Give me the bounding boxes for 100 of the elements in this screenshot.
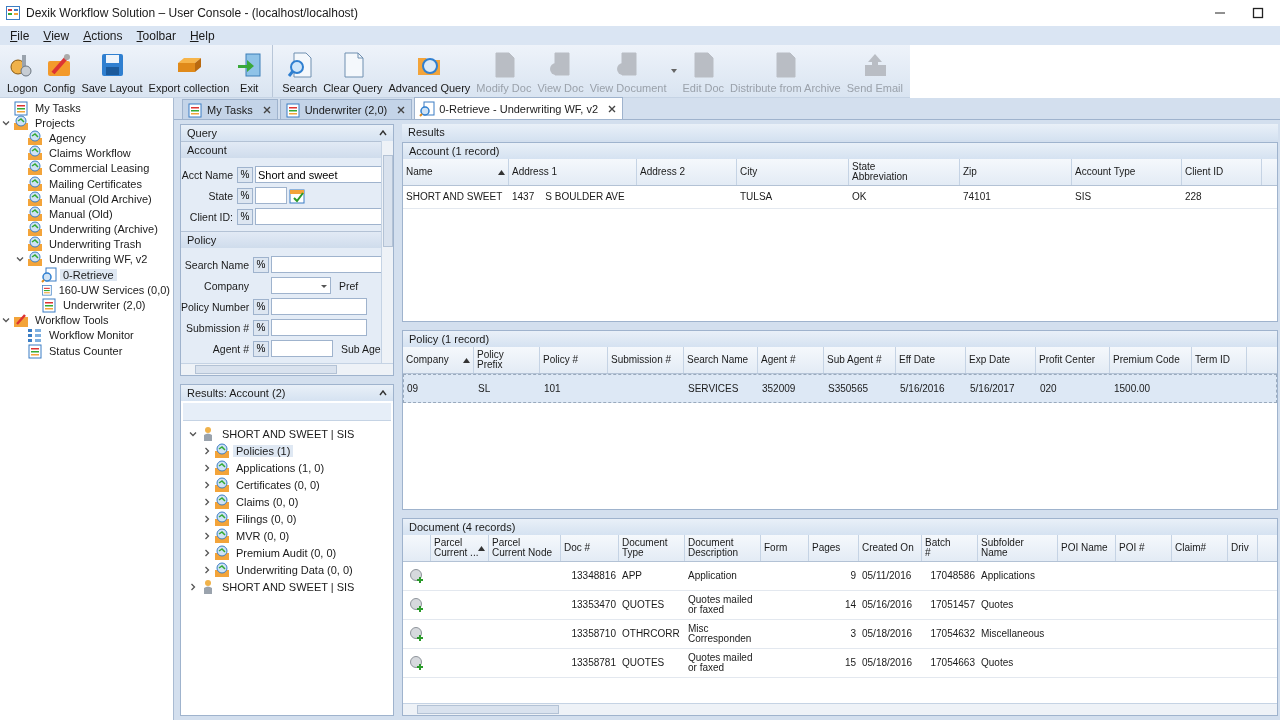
column-header[interactable]: State Abbreviation bbox=[849, 159, 960, 185]
text-field[interactable] bbox=[271, 298, 367, 315]
column-header[interactable]: Pages bbox=[809, 535, 859, 561]
collapse-chevron-icon[interactable] bbox=[2, 118, 10, 127]
expand-chevron-icon[interactable] bbox=[203, 446, 211, 455]
column-header[interactable]: Company bbox=[403, 347, 474, 373]
column-header[interactable]: Batch # bbox=[922, 535, 978, 561]
tree-item[interactable]: Underwriting Data (0, 0) bbox=[233, 563, 356, 576]
text-field[interactable] bbox=[271, 256, 381, 273]
text-field[interactable]: Short and sweet bbox=[255, 166, 381, 183]
tree-item[interactable]: Certificates (0, 0) bbox=[233, 478, 323, 491]
close-icon[interactable] bbox=[397, 105, 406, 114]
menu-item[interactable]: File bbox=[10, 28, 30, 43]
expand-chevron-icon[interactable] bbox=[203, 463, 211, 472]
operator-button[interactable]: % bbox=[253, 340, 269, 357]
operator-button[interactable]: % bbox=[253, 319, 269, 336]
column-header[interactable]: Policy Prefix bbox=[474, 347, 540, 373]
tree-item[interactable]: 160-UW Services (0,0) bbox=[55, 283, 173, 296]
toolbar-button[interactable]: Exit bbox=[232, 45, 267, 97]
menu-item[interactable]: Actions bbox=[83, 28, 123, 43]
tree-item[interactable]: Underwriter (2,0) bbox=[60, 299, 149, 312]
tree-item[interactable]: Claims (0, 0) bbox=[233, 495, 302, 508]
column-header[interactable]: Form bbox=[761, 535, 809, 561]
operator-button[interactable]: % bbox=[237, 166, 253, 183]
table-row[interactable]: SHORT AND SWEET 1437 S BOULDER AVE TULSA OK 74101 SIS 228 bbox=[403, 186, 1277, 209]
tree-item[interactable]: Commercial Leasing bbox=[46, 162, 153, 175]
expand-chevron-icon[interactable] bbox=[203, 548, 211, 557]
column-header[interactable]: Agent # bbox=[758, 347, 824, 373]
tree-item[interactable]: Premium Audit (0, 0) bbox=[233, 546, 340, 559]
expand-chevron-icon[interactable] bbox=[203, 480, 211, 489]
toolbar-button[interactable]: Save Layout bbox=[78, 45, 146, 97]
tree-item[interactable]: Policies (1) bbox=[233, 444, 294, 457]
column-header[interactable]: Doc # bbox=[561, 535, 619, 561]
column-header[interactable]: Sub Agent # bbox=[824, 347, 896, 373]
tree-item[interactable]: My Tasks bbox=[32, 101, 84, 114]
column-header[interactable]: Subfolder Name bbox=[978, 535, 1058, 561]
state-field[interactable] bbox=[255, 187, 287, 204]
column-header[interactable]: POI Name bbox=[1058, 535, 1116, 561]
collapse-icon[interactable] bbox=[379, 130, 387, 136]
column-header[interactable]: Driv bbox=[1228, 535, 1258, 561]
toolbar-button[interactable]: Logon bbox=[4, 45, 41, 97]
text-field[interactable] bbox=[271, 340, 333, 357]
tab[interactable]: Underwriter (2,0) bbox=[279, 99, 413, 119]
column-header[interactable]: Address 1 bbox=[509, 159, 637, 185]
tree-item[interactable]: 0-Retrieve bbox=[60, 268, 117, 281]
vertical-scrollbar[interactable] bbox=[381, 141, 393, 363]
column-header[interactable]: Eff Date bbox=[896, 347, 966, 373]
add-document-icon[interactable] bbox=[410, 656, 424, 670]
column-header[interactable]: Client ID bbox=[1182, 159, 1262, 185]
tree-item[interactable]: Underwriting WF, v2 bbox=[46, 253, 151, 266]
expand-chevron-icon[interactable] bbox=[203, 497, 211, 506]
table-row[interactable]: 09 SL 101 SERVICES 352009 S350565 5/16/2016 5/16/2017 020 1500.00 bbox=[403, 374, 1277, 403]
tree-item[interactable]: Workflow Monitor bbox=[46, 329, 137, 342]
tree-item[interactable]: Claims Workflow bbox=[46, 147, 134, 160]
column-header[interactable]: Name bbox=[403, 159, 509, 185]
column-header[interactable]: Parcel Current ... bbox=[431, 535, 489, 561]
tree-item[interactable]: Status Counter bbox=[46, 344, 126, 357]
column-header[interactable]: Address 2 bbox=[637, 159, 737, 185]
expand-chevron-icon[interactable] bbox=[203, 531, 211, 540]
tree-item[interactable]: SHORT AND SWEET | SIS bbox=[219, 580, 358, 593]
collapse-chevron-icon[interactable] bbox=[189, 429, 197, 438]
column-header[interactable]: Document Description bbox=[685, 535, 761, 561]
column-header[interactable]: Zip bbox=[960, 159, 1072, 185]
column-header[interactable]: Document Type bbox=[619, 535, 685, 561]
toolbar-button[interactable]: Advanced Query bbox=[385, 45, 474, 97]
column-header[interactable]: Premium Code bbox=[1110, 347, 1192, 373]
operator-button[interactable]: % bbox=[253, 298, 269, 315]
collapse-chevron-icon[interactable] bbox=[16, 255, 24, 264]
operator-button[interactable]: % bbox=[237, 208, 253, 225]
column-header[interactable]: Created On bbox=[859, 535, 922, 561]
tab[interactable]: My Tasks bbox=[182, 99, 278, 119]
column-header[interactable]: Policy # bbox=[540, 347, 608, 373]
operator-button[interactable]: % bbox=[237, 187, 253, 204]
menu-item[interactable]: Toolbar bbox=[136, 28, 176, 43]
maximize-icon[interactable] bbox=[1252, 7, 1264, 19]
tree-item[interactable]: Projects bbox=[32, 116, 78, 129]
menu-item[interactable]: Help bbox=[189, 28, 215, 43]
toolbar-button[interactable]: Search bbox=[272, 45, 321, 97]
operator-button[interactable]: % bbox=[253, 256, 269, 273]
horizontal-scrollbar[interactable] bbox=[403, 703, 1277, 715]
column-header[interactable]: Parcel Current Node bbox=[489, 535, 561, 561]
text-field[interactable] bbox=[271, 319, 367, 336]
horizontal-scrollbar[interactable] bbox=[181, 363, 393, 375]
collapse-icon[interactable] bbox=[379, 390, 387, 396]
tree-item[interactable]: Mailing Certificates bbox=[46, 177, 145, 190]
tree-item[interactable]: MVR (0, 0) bbox=[233, 529, 293, 542]
tree-item[interactable]: Underwriting (Archive) bbox=[46, 223, 161, 236]
column-header[interactable]: Search Name bbox=[684, 347, 758, 373]
calendar-icon[interactable] bbox=[289, 187, 305, 204]
column-header[interactable]: Submission # bbox=[608, 347, 684, 373]
tree-item[interactable]: Underwriting Trash bbox=[46, 238, 145, 251]
text-field[interactable] bbox=[255, 208, 381, 225]
menu-item[interactable]: View bbox=[43, 28, 70, 43]
table-row[interactable]: 13353470 QUOTES Quotes mailed or faxed 14 05/16/2016 17051457 Quotes bbox=[403, 591, 1277, 620]
column-header[interactable]: Term ID bbox=[1192, 347, 1247, 373]
add-document-icon[interactable] bbox=[410, 627, 424, 641]
column-header[interactable]: Claim# bbox=[1172, 535, 1228, 561]
close-icon[interactable] bbox=[608, 104, 617, 113]
expand-chevron-icon[interactable] bbox=[203, 565, 211, 574]
expand-chevron-icon[interactable] bbox=[203, 514, 211, 523]
